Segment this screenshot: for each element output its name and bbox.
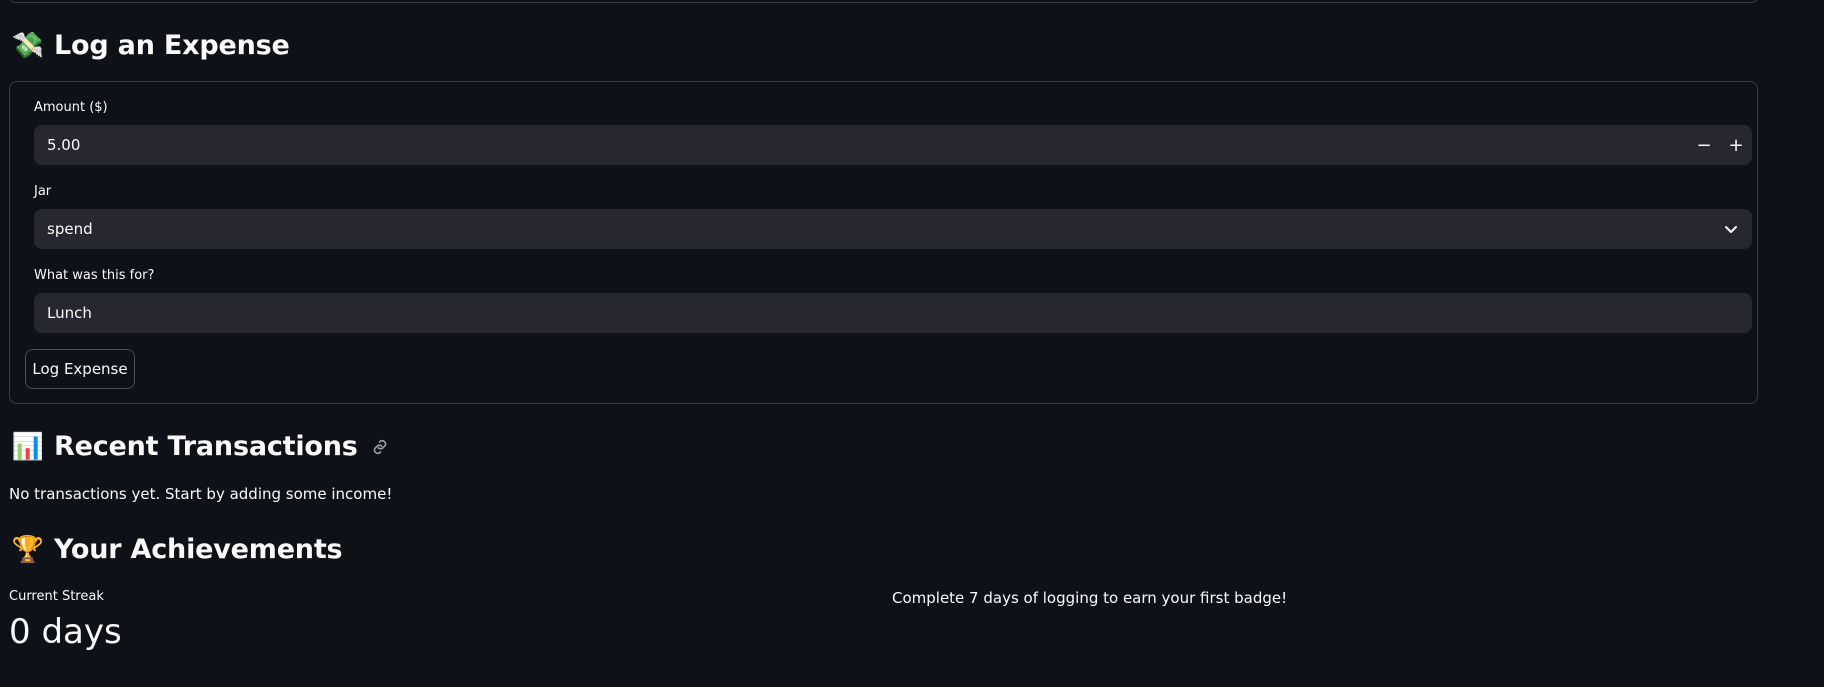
money-with-wings-icon: 💸 — [11, 30, 45, 61]
jar-label: Jar — [34, 184, 52, 199]
increment-button[interactable]: + — [1720, 125, 1752, 165]
link-icon[interactable] — [370, 437, 390, 457]
streak-value: 0 days — [9, 612, 122, 652]
expense-form: Amount ($) 5.00 − + Jar spend What was t… — [9, 81, 1758, 404]
note-input[interactable]: Lunch — [34, 293, 1752, 333]
jar-select[interactable]: spend — [34, 209, 1752, 249]
achievements-header: 🏆 Your Achievements — [11, 534, 343, 565]
decrement-button[interactable]: − — [1688, 125, 1720, 165]
chevron-down-icon — [1725, 226, 1737, 233]
expense-header: 💸 Log an Expense — [12, 30, 290, 61]
note-value: Lunch — [47, 304, 92, 322]
transactions-title: Recent Transactions — [54, 431, 358, 462]
amount-value: 5.00 — [47, 136, 81, 154]
empty-transactions-message: No transactions yet. Start by adding som… — [9, 485, 393, 503]
log-expense-button[interactable]: Log Expense — [25, 349, 135, 389]
bar-chart-icon: 📊 — [11, 431, 45, 462]
expense-title: Log an Expense — [54, 30, 290, 61]
transactions-header: 📊 Recent Transactions — [12, 431, 390, 462]
amount-input[interactable]: 5.00 − + — [34, 125, 1752, 165]
badge-hint: Complete 7 days of logging to earn your … — [892, 589, 1288, 607]
jar-selected-value: spend — [47, 220, 93, 238]
previous-card-border — [9, 0, 1758, 3]
trophy-icon: 🏆 — [11, 534, 45, 565]
note-label: What was this for? — [34, 268, 155, 283]
achievements-title: Your Achievements — [54, 534, 343, 565]
amount-label: Amount ($) — [34, 100, 108, 115]
streak-label: Current Streak — [9, 589, 104, 604]
